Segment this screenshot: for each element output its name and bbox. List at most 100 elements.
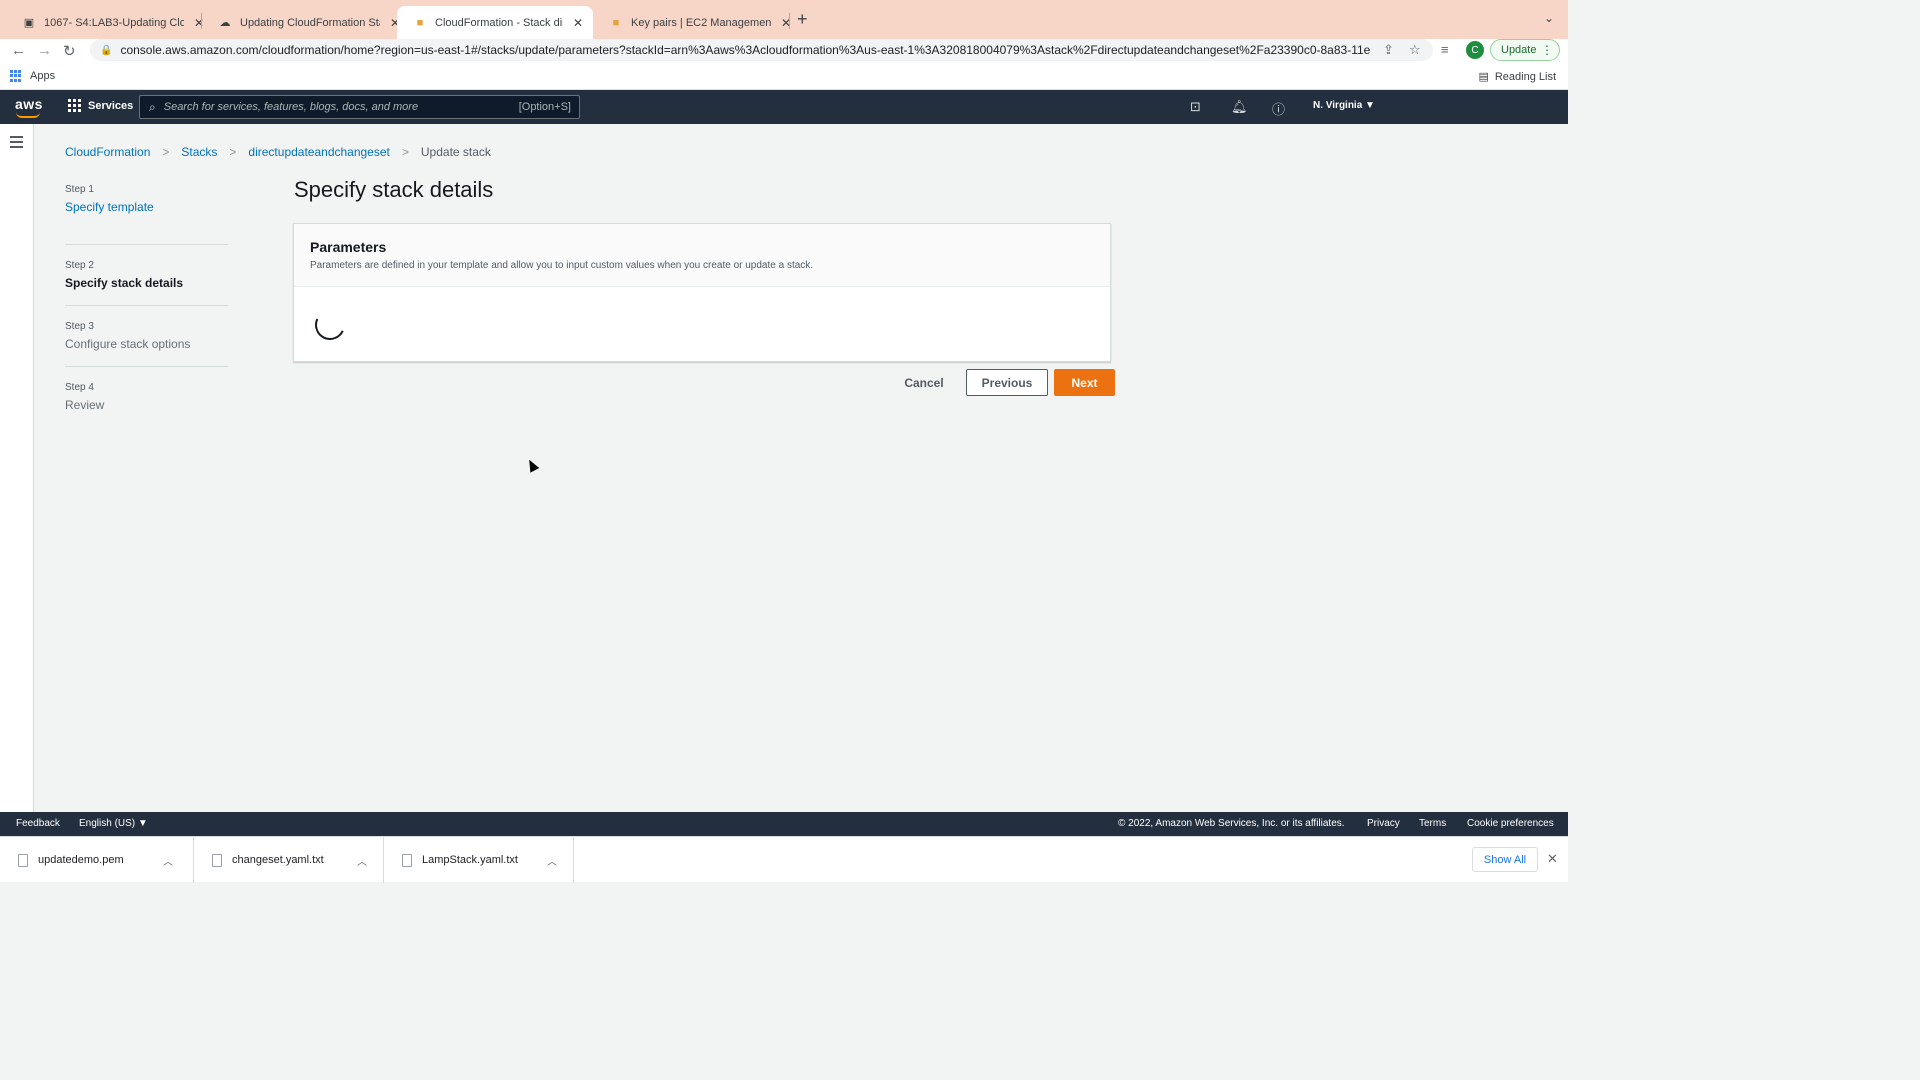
tab-title: Key pairs | EC2 Management C [631,16,771,29]
download-item[interactable]: updatedemo.pem ︿ [0,837,194,883]
close-icon[interactable]: ✕ [1547,851,1558,867]
parameters-title: Parameters [310,239,387,255]
apps-grid-icon [10,70,22,82]
wizard-step-2: Step 2 Specify stack details [65,245,228,306]
browser-tab-1[interactable]: ▣ 1067- S4:LAB3-Updating Clou ✕ [6,6,214,39]
chevron-up-icon[interactable]: ︿ [547,853,557,868]
new-tab-plus-icon[interactable]: + [797,9,808,30]
aws-logo[interactable]: aws [15,96,43,118]
previous-button[interactable]: Previous [966,369,1048,396]
wizard-step-4: Step 4 Review [65,367,228,428]
privacy-link[interactable]: Privacy [1367,818,1400,829]
breadcrumb: CloudFormation > Stacks > directupdatean… [65,145,491,159]
side-navigation [0,124,34,812]
feedback-link[interactable]: Feedback [16,818,60,829]
notifications-bell-icon[interactable]: 🔔︎ [1231,99,1248,115]
parameters-panel-header: Parameters Parameters are defined in you… [294,224,1110,287]
aws-smile-icon [16,112,40,118]
hamburger-menu-icon[interactable] [10,136,23,151]
tab-separator [789,13,790,29]
parameters-panel: Parameters Parameters are defined in you… [293,223,1111,362]
step-number: Step 3 [65,321,94,332]
apps-label: Apps [30,70,56,82]
search-placeholder: Search for services, features, blogs, do… [163,101,419,113]
step-label: Configure stack options [65,337,191,351]
breadcrumb-cloudformation[interactable]: CloudFormation [65,145,150,159]
address-bar[interactable]: 🔒 console.aws.amazon.com/cloudformation/… [90,39,1433,61]
reading-list-button[interactable]: ▤ Reading List [1478,70,1556,84]
lock-icon: 🔒 [100,44,113,56]
breadcrumb-stacks[interactable]: Stacks [181,145,217,159]
cloudshell-icon[interactable]: ⊡ [1190,99,1201,115]
media-queue-icon[interactable]: ≡ [1441,42,1449,57]
chevron-right-icon: > [162,145,170,159]
chevron-up-icon[interactable]: ︿ [163,853,173,868]
region-selector[interactable]: N. Virginia ▼ [1313,100,1375,111]
forward-arrow-icon[interactable]: → [37,42,52,59]
show-all-downloads-button[interactable]: Show All [1472,847,1538,872]
mouse-cursor-icon [524,457,540,473]
reading-list-icon: ▤ [1478,71,1489,83]
url-text: console.aws.amazon.com/cloudformation/ho… [120,43,1371,57]
breadcrumb-current: Update stack [420,145,491,159]
cookie-preferences-link[interactable]: Cookie preferences [1467,818,1554,829]
loading-spinner-icon [310,305,350,345]
download-filename: changeset.yaml.txt [232,854,324,866]
apps-bookmark[interactable]: Apps [10,70,55,82]
chevron-up-icon[interactable]: ︿ [357,853,367,868]
close-icon[interactable]: ✕ [573,16,583,30]
breadcrumb-stack-name[interactable]: directupdateandchangeset [248,145,389,159]
share-icon[interactable]: ⇪ [1383,42,1394,58]
services-grid-icon [68,99,81,112]
cancel-button[interactable]: Cancel [892,369,956,396]
aws-search-input[interactable]: ⌕ Search for services, features, blogs, … [139,95,580,119]
aws-box-favicon-icon: ■ [416,16,424,29]
download-item[interactable]: LampStack.yaml.txt ︿ [384,837,574,883]
tab-title: Updating CloudFormation Stac [240,16,380,29]
file-icon [18,853,28,867]
help-icon[interactable]: ⓘ [1272,99,1285,118]
browser-tab-4[interactable]: ■ Key pairs | EC2 Management C ✕ [593,6,801,39]
parameters-description: Parameters are defined in your template … [310,260,814,271]
download-shelf: updatedemo.pem ︿ changeset.yaml.txt ︿ La… [0,836,1568,883]
back-arrow-icon[interactable]: ← [11,42,26,59]
download-item[interactable]: changeset.yaml.txt ︿ [194,837,384,883]
search-icon: ⌕ [149,99,156,114]
bookmarks-bar: Apps ▤ Reading List [0,65,1568,90]
tab-title: CloudFormation - Stack directu [435,16,563,29]
browser-toolbar: ← → ↻ 🔒 console.aws.amazon.com/cloudform… [0,39,1568,65]
terms-link[interactable]: Terms [1419,818,1446,829]
step-number: Step 2 [65,260,94,271]
update-label: Update [1501,44,1537,56]
reload-icon[interactable]: ↻ [63,42,76,60]
wizard-step-3: Step 3 Configure stack options [65,306,228,367]
step-number: Step 1 [65,184,94,195]
browser-tab-2[interactable]: ☁ Updating CloudFormation Stac ✕ [202,6,410,39]
step-label: Review [65,398,105,412]
kebab-menu-icon: ⋮ [1541,43,1553,57]
profile-avatar[interactable]: C [1466,41,1484,59]
services-label: Services [88,99,134,112]
tab-search-chevron-icon[interactable]: ⌄ [1544,11,1554,25]
download-filename: updatedemo.pem [38,854,124,866]
file-icon [212,853,222,867]
services-menu-button[interactable]: Services [68,99,133,112]
bookmark-star-icon[interactable]: ☆ [1409,42,1421,58]
language-selector[interactable]: English (US) ▼ [79,818,148,829]
step-link-specify-template[interactable]: Specify template [65,200,228,214]
browser-tab-3-active[interactable]: ■ CloudFormation - Stack directu ✕ [397,6,593,39]
course-favicon-icon: ▣ [23,17,35,29]
search-shortcut-hint: [Option+S] [518,101,571,113]
chevron-right-icon: > [229,145,237,159]
chevron-right-icon: > [401,145,409,159]
aws-footer: Feedback English (US) ▼ © 2022, Amazon W… [0,812,1568,836]
aws-box-favicon-icon: ■ [612,16,620,29]
copyright-text: © 2022, Amazon Web Services, Inc. or its… [1118,818,1345,829]
browser-tab-strip: ▣ 1067- S4:LAB3-Updating Clou ✕ ☁ Updati… [0,0,1568,39]
tab-title: 1067- S4:LAB3-Updating Clou [44,16,184,29]
next-button[interactable]: Next [1054,369,1115,396]
step-number: Step 4 [65,382,94,393]
browser-update-button[interactable]: Update ⋮ [1490,39,1560,61]
wizard-steps: Step 1 Specify template Step 2 Specify s… [65,184,228,428]
aws-top-nav: aws Services ⌕ Search for services, feat… [0,90,1568,124]
